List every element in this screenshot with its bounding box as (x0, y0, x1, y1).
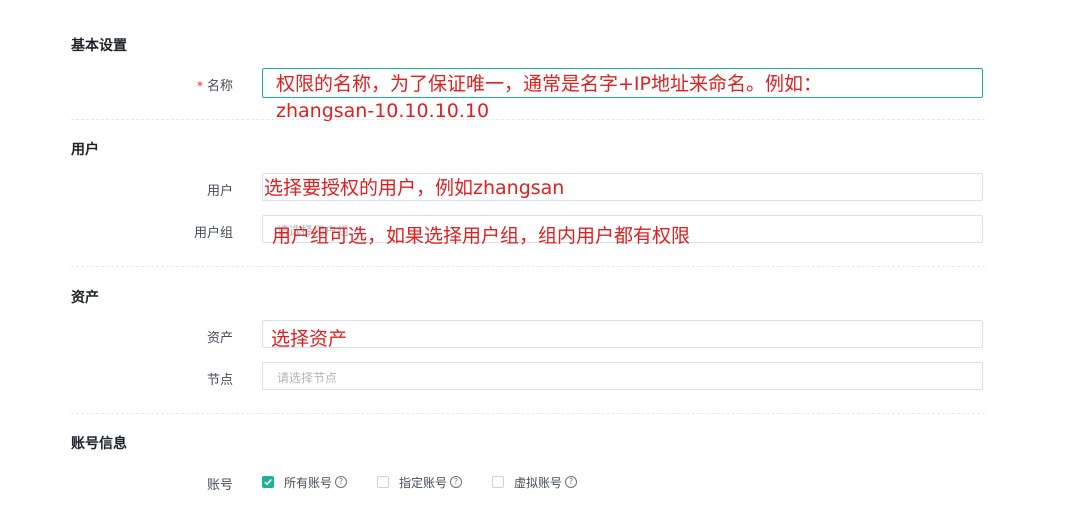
node-select[interactable]: 请选择节点 (262, 362, 983, 390)
section-title-user: 用户 (71, 142, 99, 158)
option-specified-accounts[interactable]: 指定账号 ? (377, 474, 463, 491)
section-title-basic: 基本设置 (71, 38, 127, 54)
option-all-accounts[interactable]: 所有账号 ? (262, 474, 348, 491)
asset-select[interactable] (262, 320, 983, 348)
option-label: 所有账号 (284, 475, 333, 490)
user-label: 用户 (206, 184, 233, 199)
divider (71, 119, 985, 120)
account-label: 账号 (206, 478, 233, 493)
annotation-name-line2: zhangsan-10.10.10.10 (276, 100, 490, 122)
section-title-asset: 资产 (71, 290, 99, 306)
section-title-account: 账号信息 (71, 436, 127, 452)
divider (71, 266, 985, 267)
divider (71, 413, 985, 414)
checkbox-all-accounts[interactable] (262, 476, 274, 488)
option-virtual-accounts[interactable]: 虚拟账号 ? (492, 474, 578, 491)
name-label-text: 名称 (206, 79, 233, 94)
checkbox-specified-accounts[interactable] (377, 476, 390, 488)
option-label: 虚拟账号 (514, 475, 563, 490)
checkbox-virtual-accounts[interactable] (492, 476, 505, 488)
user-group-label: 用户组 (193, 226, 233, 241)
annotation-name-line1: 权限的名称，为了保证唯一，通常是名字+IP地址来命名。例如： (276, 73, 822, 95)
help-icon[interactable]: ? (335, 476, 348, 488)
required-mark: * (196, 79, 203, 93)
annotation-asset: 选择资产 (271, 328, 348, 350)
asset-label: 资产 (206, 331, 233, 346)
node-label: 节点 (206, 373, 233, 388)
annotation-user: 选择要授权的用户，例如zhangsan (264, 177, 565, 199)
check-icon (264, 479, 272, 486)
account-options: 所有账号 ? 指定账号 ? 虚拟账号 ? (262, 473, 578, 491)
help-icon[interactable]: ? (450, 476, 463, 488)
help-icon[interactable]: ? (565, 476, 578, 488)
node-placeholder: 请选择节点 (277, 371, 338, 385)
option-label: 指定账号 (399, 475, 448, 490)
name-label: * 名称 (71, 75, 233, 94)
annotation-user-group: 用户组可选，如果选择用户组，组内用户都有权限 (272, 225, 691, 247)
